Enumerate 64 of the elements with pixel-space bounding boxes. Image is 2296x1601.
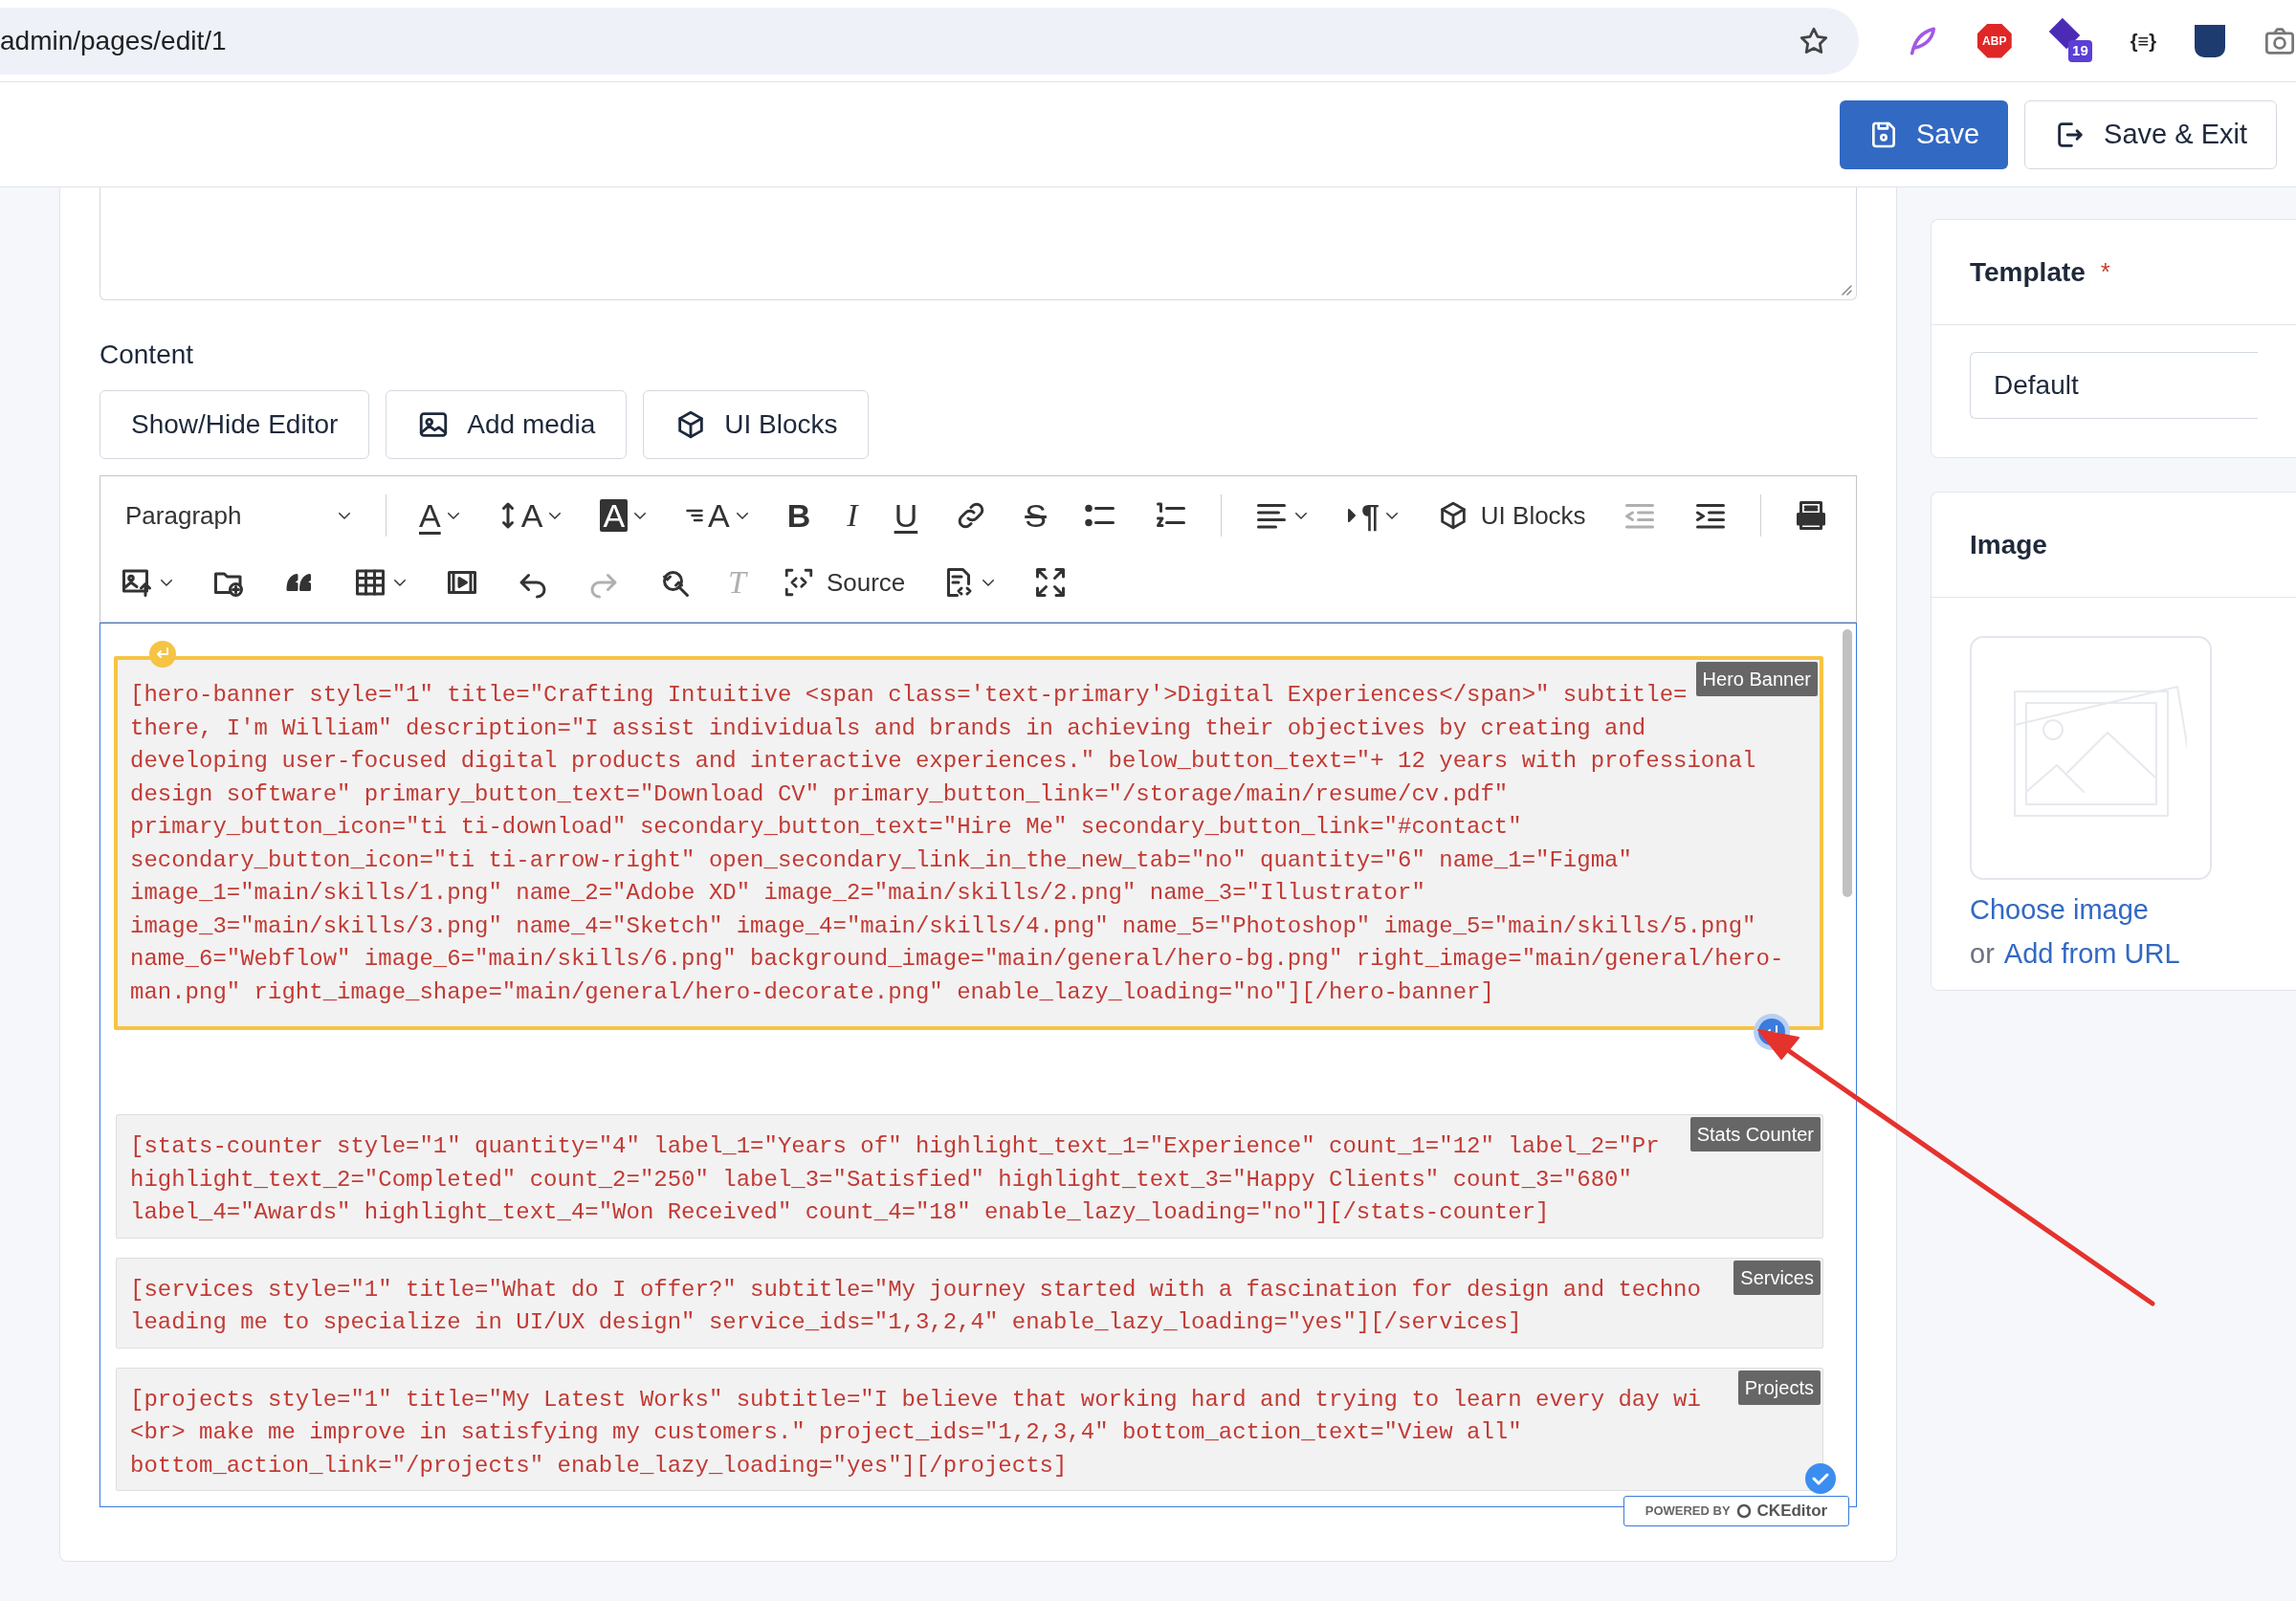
code-line: image_3="main/skills/3.png" name_4="Sketch" image_4="main/skills/4.png" name_5="Photoshop" image_5="main/skills/5.png" — [130, 911, 1756, 941]
source-button[interactable]: Source — [774, 556, 914, 609]
shortcode-widget[interactable] — [116, 1114, 1823, 1239]
ui-blocks-tool[interactable]: UI Blocks — [1428, 489, 1594, 542]
save-exit-button[interactable]: Save & Exit — [2024, 99, 2277, 169]
font-color-button[interactable]: A — [411, 489, 470, 542]
font-family-button[interactable]: A — [677, 489, 759, 542]
widget-label: Stats Counter — [1689, 1117, 1821, 1151]
code-line: primary_button_icon="ti ti-download" secondary_button_text="Hire Me" secondary_button_link="#contact" — [130, 813, 1522, 842]
code-line: there, I'm William" description="I assist individuals and brands in achieving their objectives by creating and — [130, 713, 1646, 743]
code-line: design software" primary_button_text="Download CV" primary_button_link="/storage/main/resume/cv.pdf" — [130, 779, 1509, 809]
ui-blocks-button[interactable]: UI Blocks — [643, 390, 870, 459]
resize-grip-icon[interactable] — [1839, 282, 1852, 296]
add-media-button[interactable]: Add media — [386, 390, 628, 459]
bold-button[interactable]: B — [779, 489, 819, 542]
code-line: highlight_text_2="Completed" count_2="250" label_3="Satisfied" highlight_text_3="Happy Clients" count_3="680" — [130, 1165, 1632, 1195]
code-line: [stats-counter style="1" quantity="4" label_1="Years of" highlight_text_1="Experience" count_1="12" label_2="Pr — [130, 1132, 1660, 1161]
shortcode-widget[interactable] — [116, 1257, 1823, 1349]
ckeditor-logo-icon — [1735, 1503, 1752, 1519]
code-line: bottom_action_link="/projects" enable_lazy_loading="yes"][/projects] — [130, 1451, 1068, 1480]
save-button[interactable]: Save — [1840, 99, 2009, 169]
add-from-url-link[interactable]: Add from URL — [2003, 932, 2180, 975]
widget-label: Hero Banner — [1695, 662, 1818, 696]
code-line: [projects style="1" title="My Latest Works" subtitle="I believe that working hard and trying to learn every day wi — [130, 1385, 1701, 1415]
check-icon[interactable] — [1804, 1462, 1837, 1495]
address-bar[interactable]: admin/pages/edit/1 — [0, 7, 1859, 75]
font-background-button[interactable]: A — [592, 489, 657, 542]
code-line: developing user-focused digital products and interactive experiences." below_button_text="+ 12 years with professional — [130, 747, 1756, 776]
shortcode-widget[interactable] — [114, 656, 1823, 1030]
url-text: admin/pages/edit/1 — [0, 24, 228, 57]
underline-button[interactable]: U — [886, 489, 926, 542]
widget-label: Projects — [1737, 1370, 1821, 1405]
font-size-button[interactable]: A — [490, 489, 572, 542]
content-label: Content — [99, 339, 195, 371]
shield-icon[interactable] — [2195, 24, 2225, 57]
code-line: label_4="Awards" highlight_text_4="Won Received" count_4="18" enable_lazy_loading="no"][/stats-counter] — [130, 1198, 1550, 1227]
choose-image-link[interactable]: Choose image — [1970, 889, 2149, 932]
or-text: or — [1970, 936, 1995, 971]
code-line: man.png" right_image_shape="main/general/hero-decorate.png" enable_lazy_loading="no"][/hero-banner] — [130, 977, 1494, 1007]
italic-button[interactable]: I — [839, 489, 866, 542]
widget-label: Services — [1733, 1260, 1821, 1295]
card-title: Image — [1970, 528, 2047, 561]
description-field[interactable] — [99, 187, 1857, 300]
code-line: name_6="Webflow" image_6="main/skills/6.png" background_image="main/general/hero-bg.png" right_image="main/general/hero- — [130, 945, 1784, 974]
required-mark: * — [2100, 256, 2110, 288]
powered-by-badge[interactable]: POWERED BY CKEditor — [1623, 1496, 1849, 1526]
code-line: <br> make me improve in satisfying my customers." project_ids="1,2,3,4" bottom_action_text="View all" — [130, 1418, 1522, 1447]
extension-icon[interactable]: {≡} — [2130, 26, 2156, 55]
show-hide-editor-button[interactable]: Show/Hide Editor — [99, 390, 370, 459]
template-select[interactable]: Default — [1970, 352, 2258, 419]
code-line: [services style="1" title="What do I offer?" subtitle="My journey started with a fascination for design and techno — [130, 1275, 1701, 1305]
code-line: leading me to specialize in UI/UX design" service_ids="1,3,2,4" enable_lazy_loading="yes"][/services] — [130, 1308, 1522, 1337]
code-line: [hero-banner style="1" title="Crafting Intuitive <span class='text-primary'>Digital Experiences</span>" subtitle= — [130, 681, 1688, 710]
strikethrough-button[interactable]: S — [1017, 489, 1054, 542]
adblock-icon[interactable]: ABP — [1976, 23, 2012, 58]
paragraph-dropdown[interactable]: Paragraph — [112, 489, 361, 542]
code-line: secondary_button_icon="ti ti-arrow-right" open_secondary_link_in_the_new_tab="no" quantity="6" name_1="Figma" — [130, 845, 1632, 875]
code-line: image_1="main/skills/1.png" name_2="Adobe XD" image_2="main/skills/2.png" name_3="Illustrator" — [130, 879, 1425, 908]
triangle-icon — [1345, 506, 1358, 525]
scrollbar[interactable] — [1843, 629, 1852, 897]
text-direction-button[interactable]: ¶ — [1337, 489, 1408, 542]
shortcode-widget[interactable] — [116, 1367, 1823, 1491]
card-title: Template — [1970, 255, 2086, 289]
camera-icon[interactable] — [2263, 26, 2296, 55]
